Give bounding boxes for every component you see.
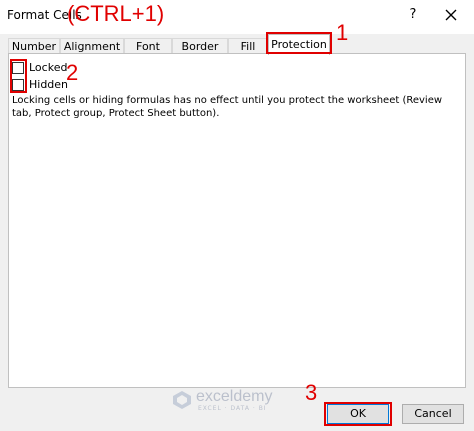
tab-fill[interactable]: Fill xyxy=(228,38,268,54)
step-3-annotation: 3 xyxy=(305,380,318,405)
cancel-button[interactable]: Cancel xyxy=(402,404,464,424)
watermark-tagline: EXCEL · DATA · BI xyxy=(198,405,267,412)
tab-strip: Number Alignment Font Border Fill Protec… xyxy=(8,34,468,55)
help-button[interactable]: ? xyxy=(404,6,422,24)
exceldemy-logo-icon xyxy=(173,391,191,409)
tab-font[interactable]: Font xyxy=(124,38,172,54)
ok-button-highlight xyxy=(324,402,392,426)
shortcut-annotation: (CTRL+1) xyxy=(67,1,165,26)
tab-number[interactable]: Number xyxy=(8,38,60,54)
protection-info-text: Locking cells or hiding formulas has no … xyxy=(12,95,443,119)
tab-border[interactable]: Border xyxy=(172,38,228,54)
close-icon xyxy=(445,9,457,21)
step-1-annotation: 1 xyxy=(336,20,349,45)
step-2-annotation: 2 xyxy=(66,60,79,85)
protection-tab-highlight xyxy=(266,32,332,54)
checkbox-highlight xyxy=(10,59,27,93)
hidden-label[interactable]: Hidden xyxy=(29,78,68,91)
close-button[interactable] xyxy=(440,4,462,26)
watermark-name: exceldemy xyxy=(196,388,273,405)
title-bar: Format Cells (CTRL+1) ? xyxy=(0,0,474,34)
tab-alignment[interactable]: Alignment xyxy=(60,38,124,54)
watermark: exceldemy EXCEL · DATA · BI xyxy=(172,388,302,414)
locked-label[interactable]: Locked xyxy=(29,61,67,74)
